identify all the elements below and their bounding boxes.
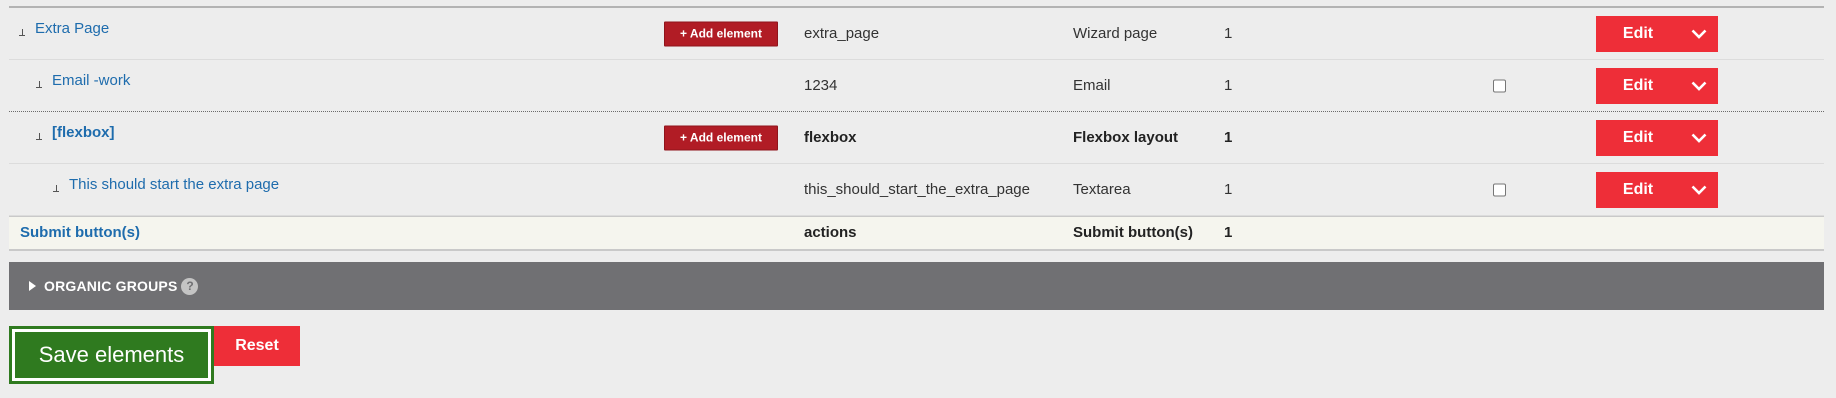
submit-buttons-link[interactable]: Submit button(s) xyxy=(20,224,140,242)
chevron-down-icon xyxy=(1691,29,1707,39)
edit-button-group: Edit xyxy=(1596,67,1718,104)
edit-dropdown-toggle[interactable] xyxy=(1680,15,1718,52)
drag-handle-icon[interactable] xyxy=(35,80,43,88)
edit-button[interactable]: Edit xyxy=(1596,68,1680,104)
chevron-down-icon xyxy=(1691,133,1707,143)
element-weight: 1 xyxy=(1224,24,1233,42)
edit-dropdown-toggle[interactable] xyxy=(1680,67,1718,104)
edit-button[interactable]: Edit xyxy=(1596,16,1680,52)
submit-buttons-row: Submit button(s) actions Submit button(s… xyxy=(9,216,1824,251)
element-title-link[interactable]: [flexbox] xyxy=(52,124,115,142)
help-icon[interactable]: ? xyxy=(181,277,199,295)
edit-dropdown-toggle[interactable] xyxy=(1680,119,1718,156)
add-element-button[interactable]: + Add element xyxy=(664,21,778,46)
elements-table: Extra Page + Add element extra_page Wiza… xyxy=(9,6,1824,251)
edit-button[interactable]: Edit xyxy=(1596,120,1680,156)
edit-button[interactable]: Edit xyxy=(1596,172,1680,208)
reset-button[interactable]: Reset xyxy=(214,326,300,366)
save-elements-button[interactable]: Save elements xyxy=(9,326,214,384)
element-type: Wizard page xyxy=(1073,24,1158,42)
element-type: Flexbox layout xyxy=(1073,128,1179,146)
element-type: Textarea xyxy=(1073,180,1131,198)
element-weight: 1 xyxy=(1224,180,1233,198)
element-weight: 1 xyxy=(1224,76,1233,94)
edit-button-group: Edit xyxy=(1596,15,1718,52)
edit-button-group: Edit xyxy=(1596,171,1718,208)
chevron-down-icon xyxy=(1691,81,1707,91)
table-row: [flexbox] + Add element flexbox Flexbox … xyxy=(9,112,1824,164)
drag-handle-icon[interactable] xyxy=(52,184,60,192)
table-row: Extra Page + Add element extra_page Wiza… xyxy=(9,8,1824,60)
element-key: flexbox xyxy=(804,128,857,146)
organic-groups-toggle[interactable]: ORGANIC GROUPS ? xyxy=(9,262,1824,310)
element-weight: 1 xyxy=(1224,128,1233,146)
organic-groups-label: ORGANIC GROUPS xyxy=(44,278,178,294)
table-row: This should start the extra page this_sh… xyxy=(9,164,1824,216)
edit-dropdown-toggle[interactable] xyxy=(1680,171,1718,208)
table-row: Email -work 1234 Email 1 Edit xyxy=(9,60,1824,112)
element-type: Email xyxy=(1073,76,1111,94)
element-type: Submit button(s) xyxy=(1073,224,1193,241)
edit-button-group: Edit xyxy=(1596,119,1718,156)
element-key: actions xyxy=(804,224,857,241)
add-element-button[interactable]: + Add element xyxy=(664,125,778,150)
required-checkbox[interactable] xyxy=(1493,79,1506,92)
drag-handle-icon[interactable] xyxy=(18,28,26,36)
save-elements-label: Save elements xyxy=(12,329,211,381)
element-title-link[interactable]: Extra Page xyxy=(35,20,109,38)
element-key: extra_page xyxy=(804,24,880,42)
element-key: 1234 xyxy=(804,76,838,94)
element-title-link[interactable]: Email -work xyxy=(52,72,130,90)
triangle-right-icon xyxy=(29,281,36,291)
element-key: this_should_start_the_extra_page xyxy=(804,180,1030,198)
required-checkbox[interactable] xyxy=(1493,183,1506,196)
element-title-link[interactable]: This should start the extra page xyxy=(69,176,279,194)
element-weight: 1 xyxy=(1224,224,1233,241)
drag-handle-icon[interactable] xyxy=(35,132,43,140)
chevron-down-icon xyxy=(1691,185,1707,195)
